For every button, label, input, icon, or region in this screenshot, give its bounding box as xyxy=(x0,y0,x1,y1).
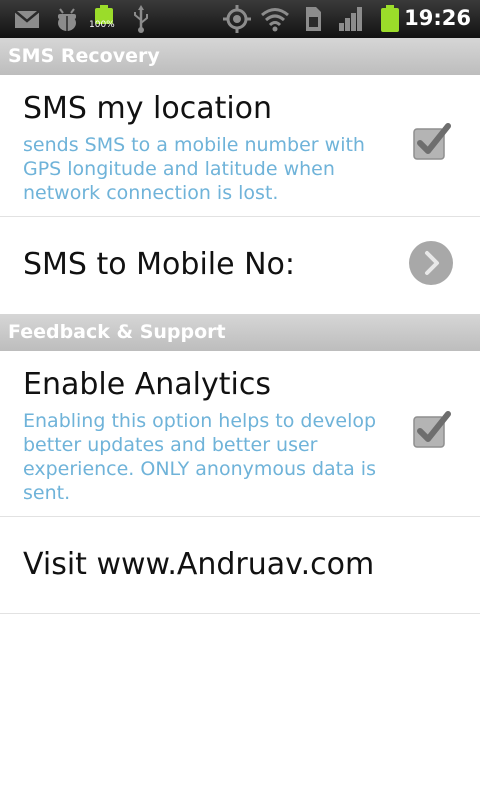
battery-percent-label: 100% xyxy=(89,20,115,30)
sim-icon xyxy=(306,7,321,31)
section-header-sms-recovery: SMS Recovery xyxy=(0,38,480,75)
battery-icon xyxy=(381,5,399,32)
gmail-icon xyxy=(14,10,40,28)
gps-icon xyxy=(223,5,251,33)
pref-summary: sends SMS to a mobile number with GPS lo… xyxy=(23,134,365,204)
android-debug-icon xyxy=(58,8,76,31)
usb-icon xyxy=(134,5,148,33)
divider xyxy=(0,613,480,614)
pref-title: Enable Analytics xyxy=(23,367,271,402)
status-bar: 100% 19:26 xyxy=(0,0,480,38)
pref-visit-website[interactable]: Visit www.Andruav.com xyxy=(0,517,480,613)
pref-title: SMS to Mobile No: xyxy=(23,247,296,282)
chevron-right-icon[interactable] xyxy=(408,240,454,286)
pref-summary: Enabling this option helps to develop be… xyxy=(23,410,377,504)
pref-enable-analytics[interactable]: Enable Analytics Enabling this option he… xyxy=(0,351,480,516)
pref-sms-to-mobile-no[interactable]: SMS to Mobile No: xyxy=(0,217,480,314)
pref-title: Visit www.Andruav.com xyxy=(23,547,375,582)
clock: 19:26 xyxy=(404,6,471,30)
pref-title: SMS my location xyxy=(23,91,273,126)
pref-sms-my-location[interactable]: SMS my location sends SMS to a mobile nu… xyxy=(0,75,480,216)
section-header-feedback-support: Feedback & Support xyxy=(0,314,480,351)
wifi-icon xyxy=(261,8,289,32)
signal-icon xyxy=(339,7,362,31)
analytics-checkbox[interactable] xyxy=(412,409,452,449)
sms-location-checkbox[interactable] xyxy=(412,121,452,161)
